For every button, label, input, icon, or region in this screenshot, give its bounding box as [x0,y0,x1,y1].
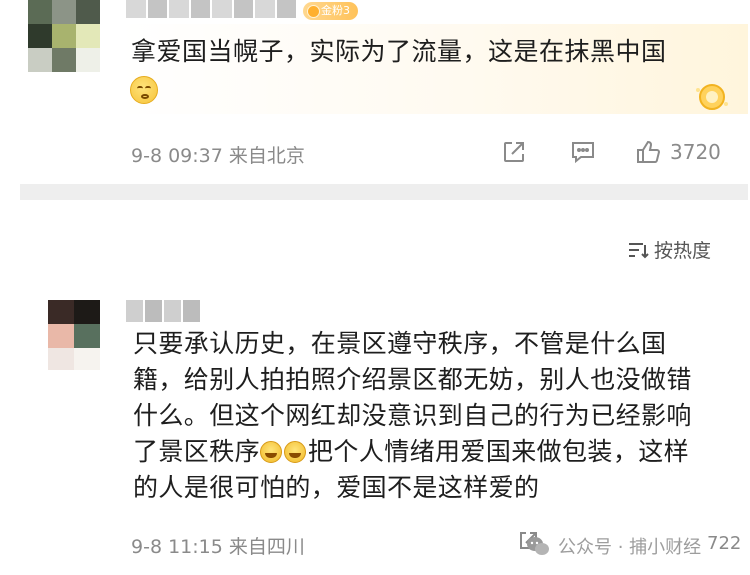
sort-label: 按热度 [654,240,712,262]
sort-icon [629,242,649,258]
laugh-cry-emoji-icon [284,441,307,463]
comment-text: 拿爱国当幌子，实际为了流量，这是在抹黑中国 [131,37,667,66]
comment-time: 9-8 09:37 [131,145,223,167]
comment-location: 来自北京 [228,145,305,167]
like-button[interactable]: 3720 [634,138,721,166]
like-count[interactable]: 722 [707,533,741,554]
medal-icon [696,84,728,110]
comment-meta: 9-8 11:15 来自四川 [131,532,305,559]
share-icon [504,142,524,162]
reply-button[interactable] [569,138,597,166]
watermark-text: 公众号 · 捕小财经 [558,537,702,558]
comment-text: 只要承认历史，在景区遵守秩序，不管是什么国 籍，给别人拍拍照介绍景区都无妨，别人… [133,326,733,506]
share-button[interactable] [500,138,528,166]
comment-line: 的人是很可怕的，爱国不是这样爱的 [133,473,540,502]
section-divider [20,184,748,200]
like-count: 3720 [670,140,721,164]
comment-icon [572,142,594,164]
comment-line-part: 了景区秩序 [133,437,261,466]
laugh-cry-emoji-icon [260,441,283,463]
comment-line: 籍，给别人拍拍照介绍景区都无妨，别人也没做错 [133,365,692,394]
avatar-blurred[interactable] [48,300,100,370]
thumbs-up-icon [637,140,661,163]
avatar-blurred[interactable] [28,0,100,72]
smirk-emoji-icon [130,76,158,104]
comment-line: 只要承认历史，在景区遵守秩序，不管是什么国 [133,329,667,358]
comment-location: 来自四川 [228,536,305,558]
comment-time: 9-8 11:15 [131,536,223,558]
comment-meta: 9-8 09:37 来自北京 [131,141,305,168]
wechat-official-account-icon [527,537,549,555]
fan-badge: 金粉3 [303,2,358,20]
sort-by-hot-button[interactable]: 按热度 [626,236,711,263]
username-blurred[interactable] [126,0,296,18]
comment-line: 什么。但这个网红却没意识到自己的行为已经影响 [133,401,692,430]
comment-line-part: 把个人情绪用爱国来做包装，这样 [308,437,690,466]
username-blurred[interactable] [126,300,200,322]
comment-line: 了景区秩序 把个人情绪用爱国来做包装，这样 [133,434,733,470]
watermark: 公众号 · 捕小财经 [526,533,701,559]
